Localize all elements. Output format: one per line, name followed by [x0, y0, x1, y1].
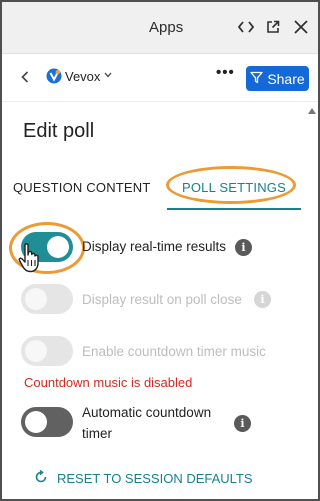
toggle-knob: [25, 340, 47, 362]
share-button[interactable]: Share: [246, 66, 309, 91]
toggle-knob: [25, 411, 47, 433]
scroll-up-icon[interactable]: [308, 101, 316, 114]
setting-label: Display result on poll close: [82, 292, 242, 307]
share-label: Share: [267, 70, 305, 87]
display-result-on-close-toggle: [21, 284, 73, 314]
setting-label: Display real-time results: [82, 239, 227, 254]
chevron-down-icon[interactable]: [103, 68, 113, 82]
filter-icon: [250, 71, 263, 87]
countdown-music-toggle: [21, 336, 73, 366]
reset-to-defaults-button[interactable]: RESET TO SESSION DEFAULTS: [34, 469, 253, 487]
close-icon[interactable]: [289, 14, 313, 40]
vevox-toolbar: Vevox ••• Share: [2, 55, 318, 99]
back-chevron-icon[interactable]: [16, 65, 34, 89]
app-name[interactable]: Vevox: [65, 69, 100, 84]
more-options-button[interactable]: •••: [216, 64, 235, 81]
tab-highlight-annotation: [166, 166, 296, 204]
page-title: Edit poll: [23, 120, 95, 142]
info-icon[interactable]: i: [254, 291, 271, 308]
info-icon[interactable]: i: [235, 239, 252, 256]
active-tab-indicator: [167, 208, 301, 210]
apps-title: Apps: [149, 19, 184, 36]
error-message: Countdown music is disabled: [24, 375, 193, 390]
setting-label: Enable countdown timer music: [82, 344, 266, 359]
hand-cursor-icon: [16, 242, 44, 274]
divider: [2, 101, 318, 102]
setting-label-line2: timer: [82, 426, 112, 441]
code-icon[interactable]: [234, 14, 258, 40]
info-icon[interactable]: i: [234, 415, 251, 432]
toggle-knob: [25, 288, 47, 310]
reset-label: RESET TO SESSION DEFAULTS: [57, 470, 253, 486]
refresh-icon: [34, 469, 48, 487]
tab-question-content[interactable]: QUESTION CONTENT: [13, 180, 151, 195]
setting-label-line1: Automatic countdown: [82, 405, 212, 420]
apps-header: Apps: [2, 2, 318, 54]
vevox-panel: Apps Vevox ••• Share Edit poll QUESTION …: [0, 0, 320, 501]
vevox-logo-icon: [46, 68, 62, 84]
automatic-countdown-toggle[interactable]: [21, 407, 73, 437]
popout-icon[interactable]: [261, 14, 285, 40]
